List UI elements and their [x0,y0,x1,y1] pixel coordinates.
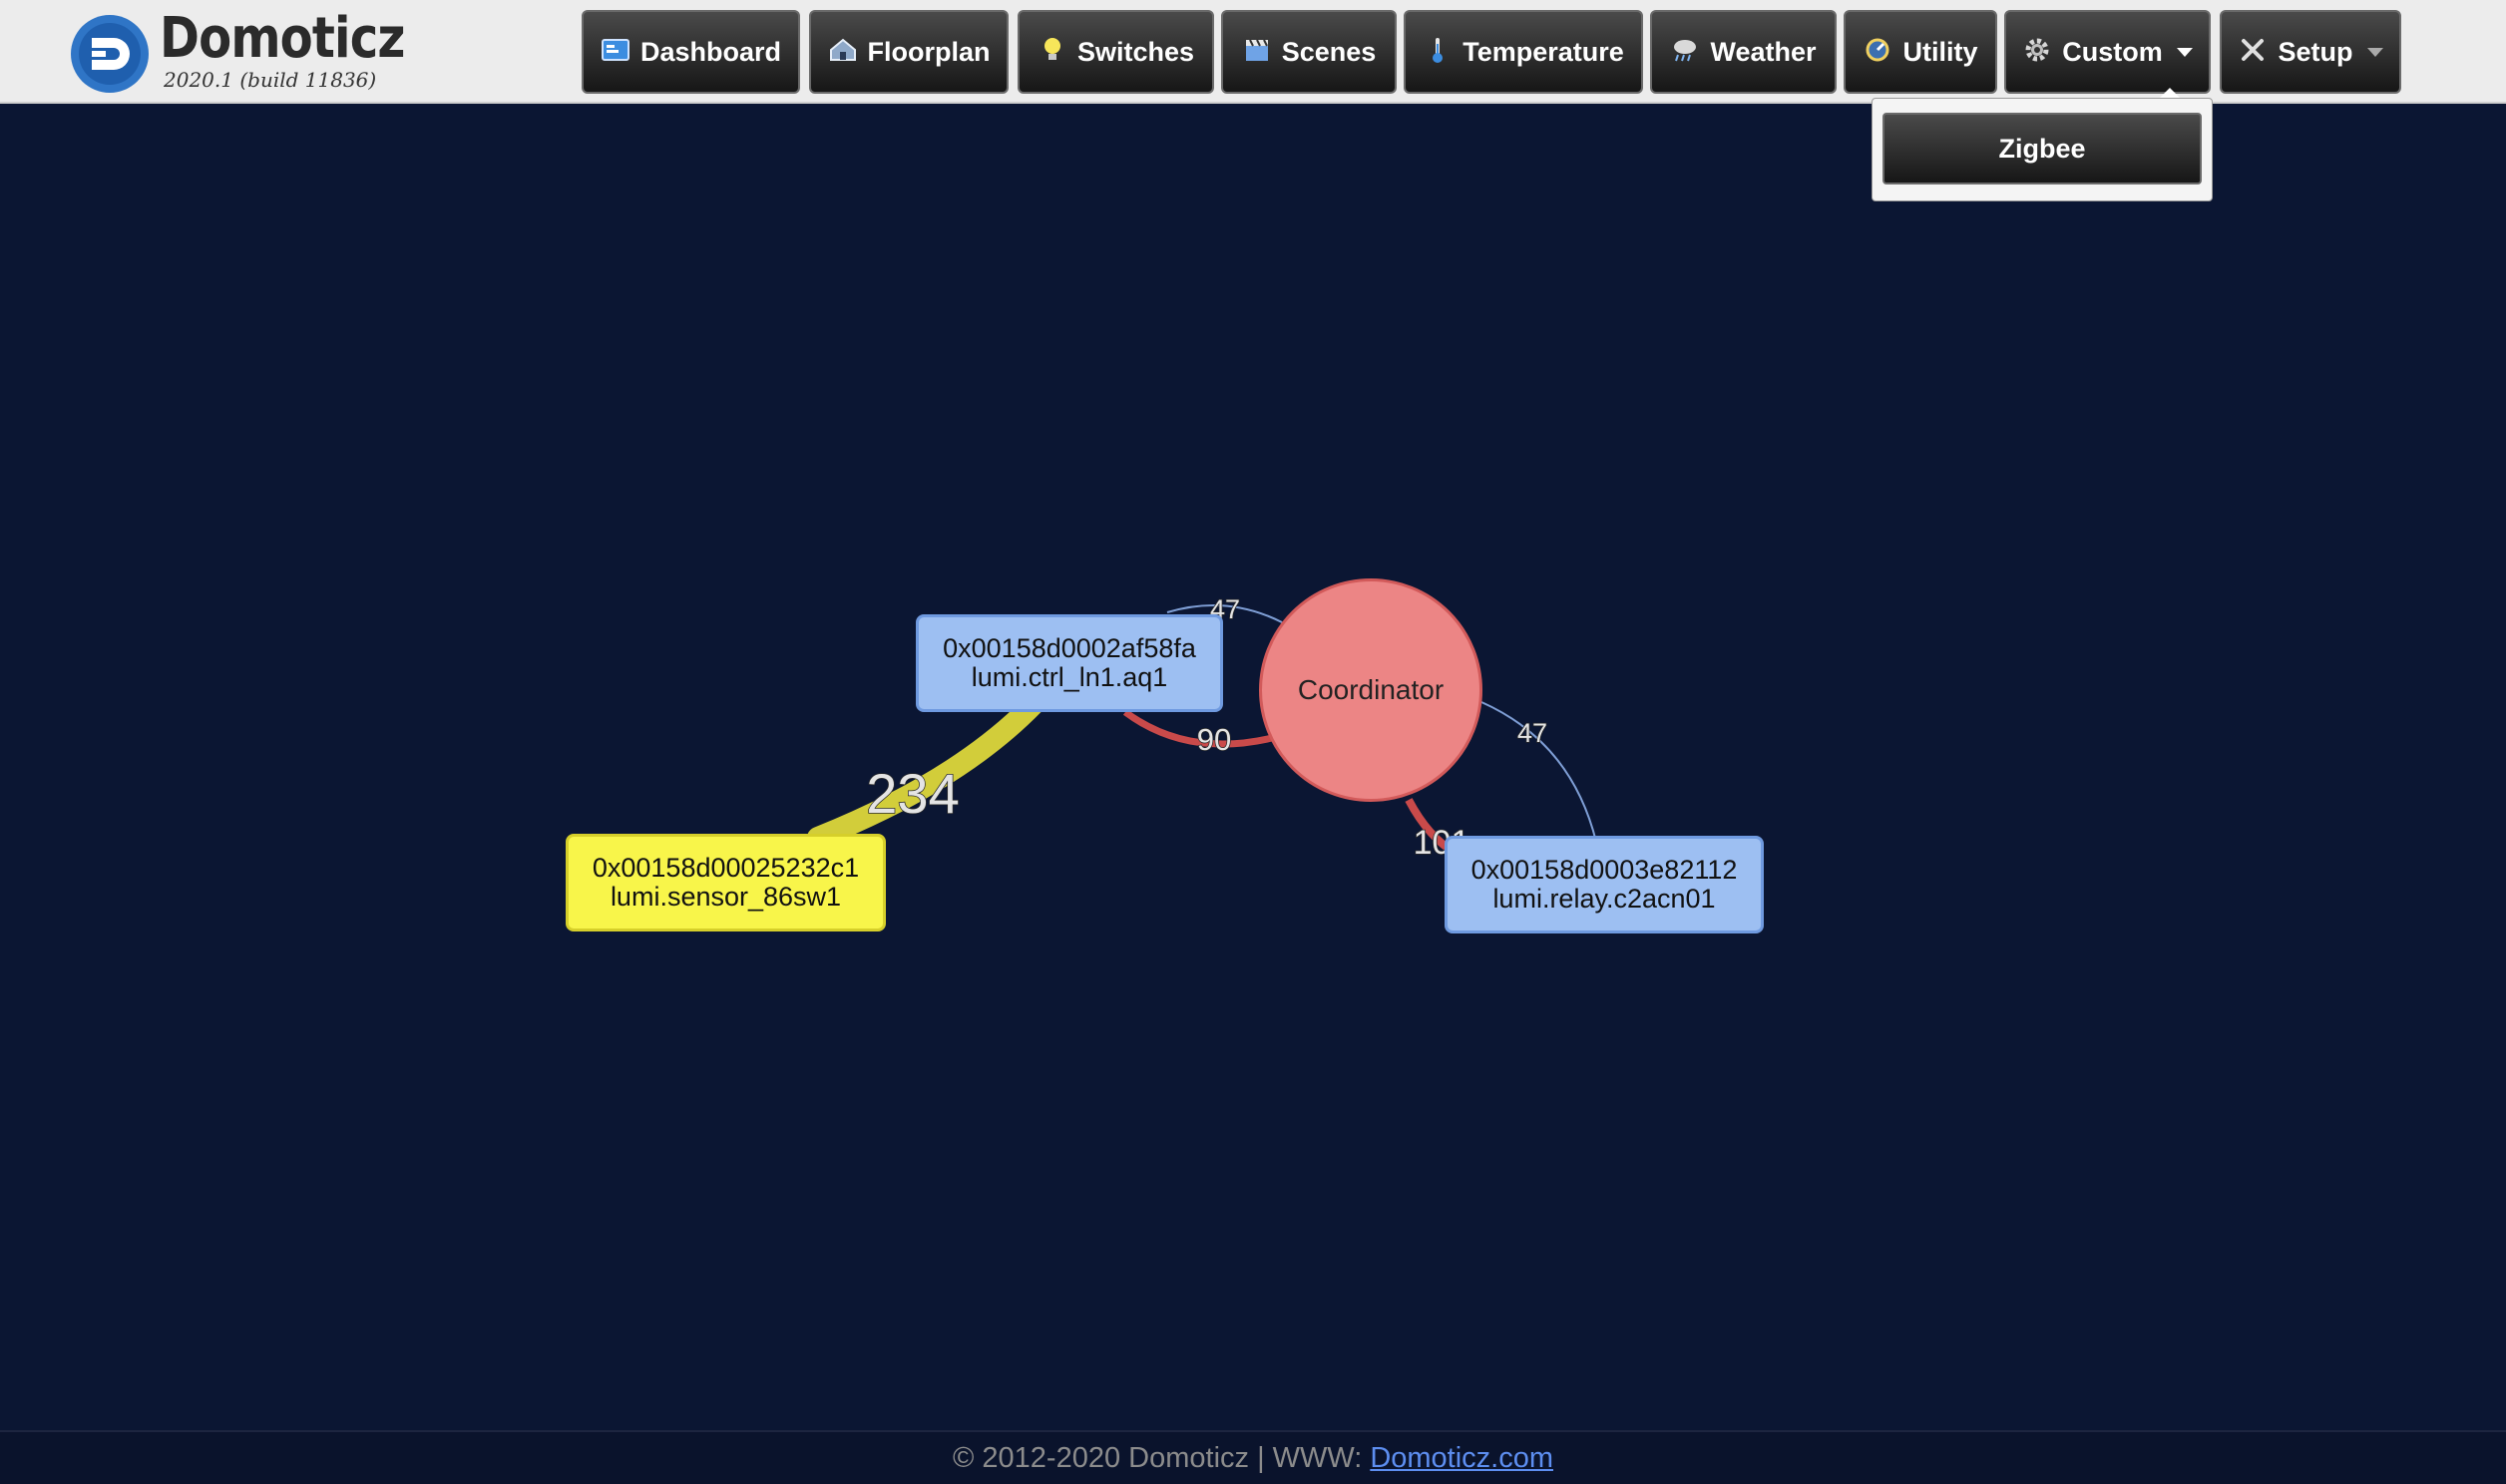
nav-custom-button[interactable]: Custom [2004,10,2211,94]
zigbee-network-graph: 47 90 234 47 101 Coordinator 0x00158d000… [0,104,2506,1430]
nav-custom-label: Custom [2062,36,2163,67]
app-name: Domoticz [160,6,405,71]
nav-utility-label: Utility [1902,36,1978,67]
floorplan-icon [828,38,858,66]
node-address: 0x00158d0002af58fa [943,633,1196,663]
nav-dashboard-button[interactable]: Dashboard [582,10,800,94]
nav-switches-button[interactable]: Switches [1018,10,1214,94]
chevron-down-icon [2176,47,2193,57]
node-model: lumi.relay.c2acn01 [1492,884,1716,914]
link-label-sensor-ctrl: 234 [866,762,959,825]
node-coordinator[interactable]: Coordinator [1259,578,1482,802]
node-relay-c2acn01[interactable]: 0x00158d0003e82112 lumi.relay.c2acn01 [1445,836,1764,933]
nav-switches-label: Switches [1076,36,1195,67]
node-model: lumi.sensor_86sw1 [610,882,842,912]
node-ctrl-ln1[interactable]: 0x00158d0002af58fa lumi.ctrl_ln1.aq1 [916,614,1223,712]
dashboard-icon [601,38,630,66]
link-label-coord-relay-thin: 47 [1517,718,1547,748]
app-version: 2020.1 (build 11836) [164,68,377,92]
node-address: 0x00158d0003e82112 [1470,855,1738,885]
nav-utility-button[interactable]: Utility [1844,10,1997,94]
link-label-ctrl-coord-bottom: 90 [1197,722,1231,757]
node-coordinator-label: Coordinator [1297,674,1445,705]
nav-temperature-button[interactable]: Temperature [1404,10,1643,94]
nav-weather-button[interactable]: Weather [1650,10,1837,94]
footer-website-link[interactable]: Domoticz.com [1370,1442,1553,1475]
nav-setup-label: Setup [2278,36,2353,67]
lightbulb-icon [1038,36,1067,68]
node-model: lumi.ctrl_ln1.aq1 [971,662,1168,692]
nav-temperature-label: Temperature [1462,36,1624,67]
chevron-down-icon [2366,47,2383,57]
nav-floorplan-button[interactable]: Floorplan [809,10,1009,94]
nav-dashboard-label: Dashboard [639,36,782,67]
dropdown-pointer [2160,88,2180,98]
footer-copyright: © 2012-2020 Domoticz | WWW: [952,1441,1363,1474]
domoticz-logo-icon[interactable] [70,14,150,94]
nav-scenes-label: Scenes [1281,36,1377,67]
nav-weather-label: Weather [1710,36,1817,67]
footer: © 2012-2020 Domoticz | WWW: Domoticz.com [0,1430,2506,1484]
utility-icon [1863,37,1892,67]
graph-links: 47 90 234 47 101 [807,593,1597,863]
cloud-rain-icon [1670,37,1700,67]
tools-icon [2238,37,2268,67]
top-bar: Domoticz 2020.1 (build 11836) Dashboard … [0,0,2506,104]
gear-icon [2022,36,2052,68]
clapperboard-icon [1242,38,1272,66]
nav-floorplan-label: Floorplan [867,36,991,67]
nav-setup-button[interactable]: Setup [2220,10,2401,94]
nav-scenes-button[interactable]: Scenes [1221,10,1397,94]
node-address: 0x00158d00025232c1 [592,853,860,883]
thermometer-icon [1423,36,1453,68]
node-sensor-86sw1[interactable]: 0x00158d00025232c1 lumi.sensor_86sw1 [566,834,886,931]
